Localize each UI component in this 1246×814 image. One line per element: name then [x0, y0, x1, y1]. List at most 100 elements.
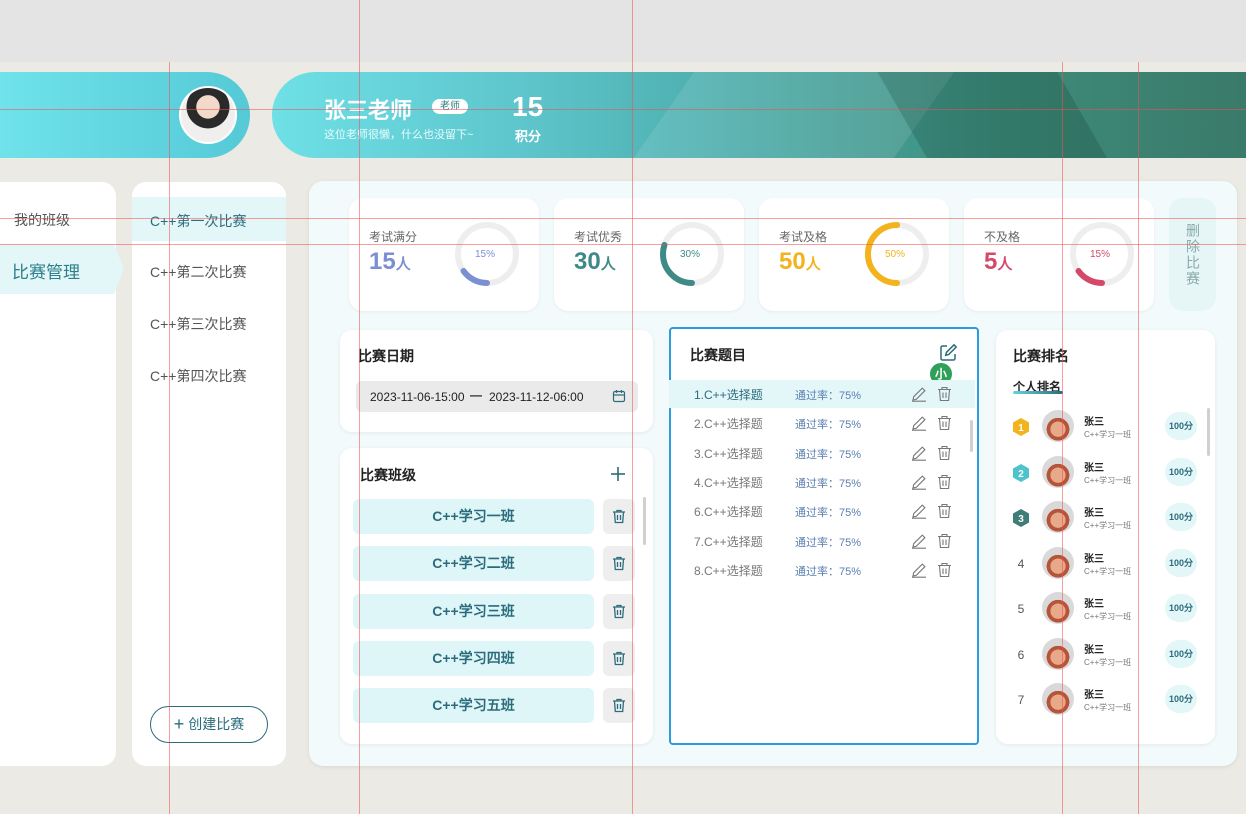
stat-ring-chart: 50%	[865, 222, 929, 286]
guide-line	[169, 62, 170, 814]
question-pass-rate: 通过率：75%	[795, 477, 862, 490]
question-row[interactable]: 3.C++选择题 通过率：75%	[669, 439, 975, 467]
delete-question-icon[interactable]	[937, 474, 952, 490]
delete-class-button[interactable]	[603, 593, 635, 629]
rank-row: 4 张三 C++学习一班 100分	[1008, 545, 1204, 585]
class-item[interactable]: C++学习三班	[353, 593, 594, 629]
student-class: C++学习一班	[1084, 521, 1132, 530]
student-class: C++学习一班	[1084, 657, 1132, 667]
delete-question-icon[interactable]	[937, 533, 952, 549]
start-date: 2023-11-06-15:00	[370, 390, 465, 404]
question-row[interactable]: 8.C++选择题 通过率：75%	[669, 556, 975, 584]
delete-class-button[interactable]	[603, 640, 635, 676]
delete-question-icon[interactable]	[937, 386, 952, 402]
stat-percent: 30%	[680, 249, 700, 260]
question-row[interactable]: 6.C++选择题 通过率：75%	[669, 497, 975, 525]
top-bar	[0, 0, 1246, 62]
trash-icon	[613, 557, 625, 571]
calendar-icon	[612, 390, 626, 403]
stat-label: 考试优秀	[574, 230, 623, 244]
delete-question-icon[interactable]	[937, 445, 952, 461]
stat-value: 30人	[574, 248, 616, 275]
nav-item-my-class[interactable]: 我的班级	[14, 210, 70, 230]
edit-question-icon[interactable]	[911, 445, 927, 461]
delete-question-icon[interactable]	[937, 562, 952, 578]
stat-value: 50人	[779, 248, 821, 275]
edit-icon[interactable]	[939, 343, 958, 362]
student-avatar	[1042, 592, 1074, 624]
create-competition-button[interactable]: + 创建比赛	[150, 706, 268, 743]
question-row[interactable]: 7.C++选择题 通过率：75%	[669, 527, 975, 555]
competition-item[interactable]: C++第四次比赛	[150, 366, 246, 386]
student-name: 张三	[1084, 599, 1104, 610]
edit-question-icon[interactable]	[911, 474, 927, 490]
edit-question-icon[interactable]	[911, 503, 927, 519]
date-separator: —	[470, 388, 482, 402]
rank-number: 7	[1017, 693, 1025, 707]
question-name: 4.C++选择题	[694, 475, 763, 490]
date-range-input[interactable]: 2023-11-06-15:00 — 2023-11-12-06:00	[356, 381, 638, 412]
student-avatar	[1042, 410, 1074, 442]
rank-row: 1 张三 C++学习一班 100分	[1008, 408, 1204, 448]
student-score: 100分	[1165, 548, 1197, 577]
edit-question-icon[interactable]	[911, 533, 927, 549]
stat-value: 15人	[369, 248, 411, 275]
stat-card: 考试优秀 30人 30%	[554, 198, 744, 311]
competition-item[interactable]: C++第三次比赛	[150, 314, 246, 334]
question-name: 1.C++选择题	[694, 388, 763, 402]
add-class-icon[interactable]	[610, 466, 626, 482]
delete-question-icon[interactable]	[937, 415, 952, 431]
competition-item[interactable]: C++第二次比赛	[150, 262, 246, 282]
delete-class-button[interactable]	[603, 499, 635, 534]
question-row[interactable]: 4.C++选择题 通过率：75%	[669, 468, 975, 496]
guide-line	[632, 0, 633, 814]
question-pass-rate: 通过率：75%	[795, 390, 862, 402]
svg-text:3: 3	[1018, 514, 1024, 525]
rank-list-scrollbar[interactable]	[1207, 408, 1210, 456]
student-name: 张三	[1084, 462, 1104, 474]
delete-question-icon[interactable]	[937, 503, 952, 519]
rank-medal-icon: 3	[1013, 509, 1029, 527]
question-name: 3.C++选择题	[694, 446, 763, 461]
nav-item-competition-manage[interactable]: 比赛管理	[0, 244, 124, 294]
student-class: C++学习一班	[1084, 703, 1132, 712]
class-item[interactable]: C++学习二班	[353, 546, 594, 582]
competition-item[interactable]: C++第一次比赛	[150, 211, 246, 231]
question-pass-rate: 通过率：75%	[795, 536, 862, 549]
stat-percent: 15%	[1090, 249, 1110, 260]
delete-competition-button[interactable]: 删除比赛	[1169, 198, 1216, 311]
question-name: 6.C++选择题	[694, 505, 763, 520]
student-class: C++学习一班	[1084, 430, 1132, 439]
stat-percent: 50%	[885, 249, 905, 260]
delete-class-button[interactable]	[603, 546, 635, 582]
edit-question-icon[interactable]	[911, 415, 927, 432]
avatar[interactable]	[179, 86, 237, 144]
end-date: 2023-11-12-06:00	[489, 390, 584, 404]
stat-card: 考试满分 15人 15%	[349, 198, 539, 311]
svg-text:2: 2	[1018, 469, 1024, 480]
class-item[interactable]: C++学习五班	[353, 688, 594, 724]
stat-card: 不及格 5人 15%	[964, 198, 1154, 311]
student-name: 张三	[1084, 417, 1104, 428]
guide-line	[1062, 62, 1063, 814]
student-score: 100分	[1165, 457, 1197, 486]
rank-number: 5	[1017, 602, 1025, 616]
student-name: 张三	[1084, 553, 1104, 565]
student-score: 100分	[1165, 594, 1197, 622]
student-score: 100分	[1165, 639, 1197, 668]
edit-question-icon[interactable]	[911, 562, 927, 578]
student-avatar	[1042, 683, 1074, 715]
trash-icon	[613, 509, 625, 524]
rank-number: 4	[1017, 556, 1025, 571]
edit-question-icon[interactable]	[911, 386, 927, 402]
class-item[interactable]: C++学习四班	[353, 640, 594, 676]
profile-banner	[272, 72, 1246, 158]
question-row[interactable]: 1.C++选择题 通过率：75%	[669, 380, 975, 408]
stat-label: 考试满分	[369, 230, 418, 244]
delete-class-button[interactable]	[603, 688, 635, 724]
question-row[interactable]: 2.C++选择题 通过率：75%	[669, 409, 975, 437]
class-panel-title: 比赛班级	[360, 467, 416, 483]
class-item[interactable]: C++学习一班	[353, 499, 594, 534]
class-list-scrollbar[interactable]	[643, 497, 646, 545]
rank-medal-icon: 1	[1013, 418, 1029, 436]
